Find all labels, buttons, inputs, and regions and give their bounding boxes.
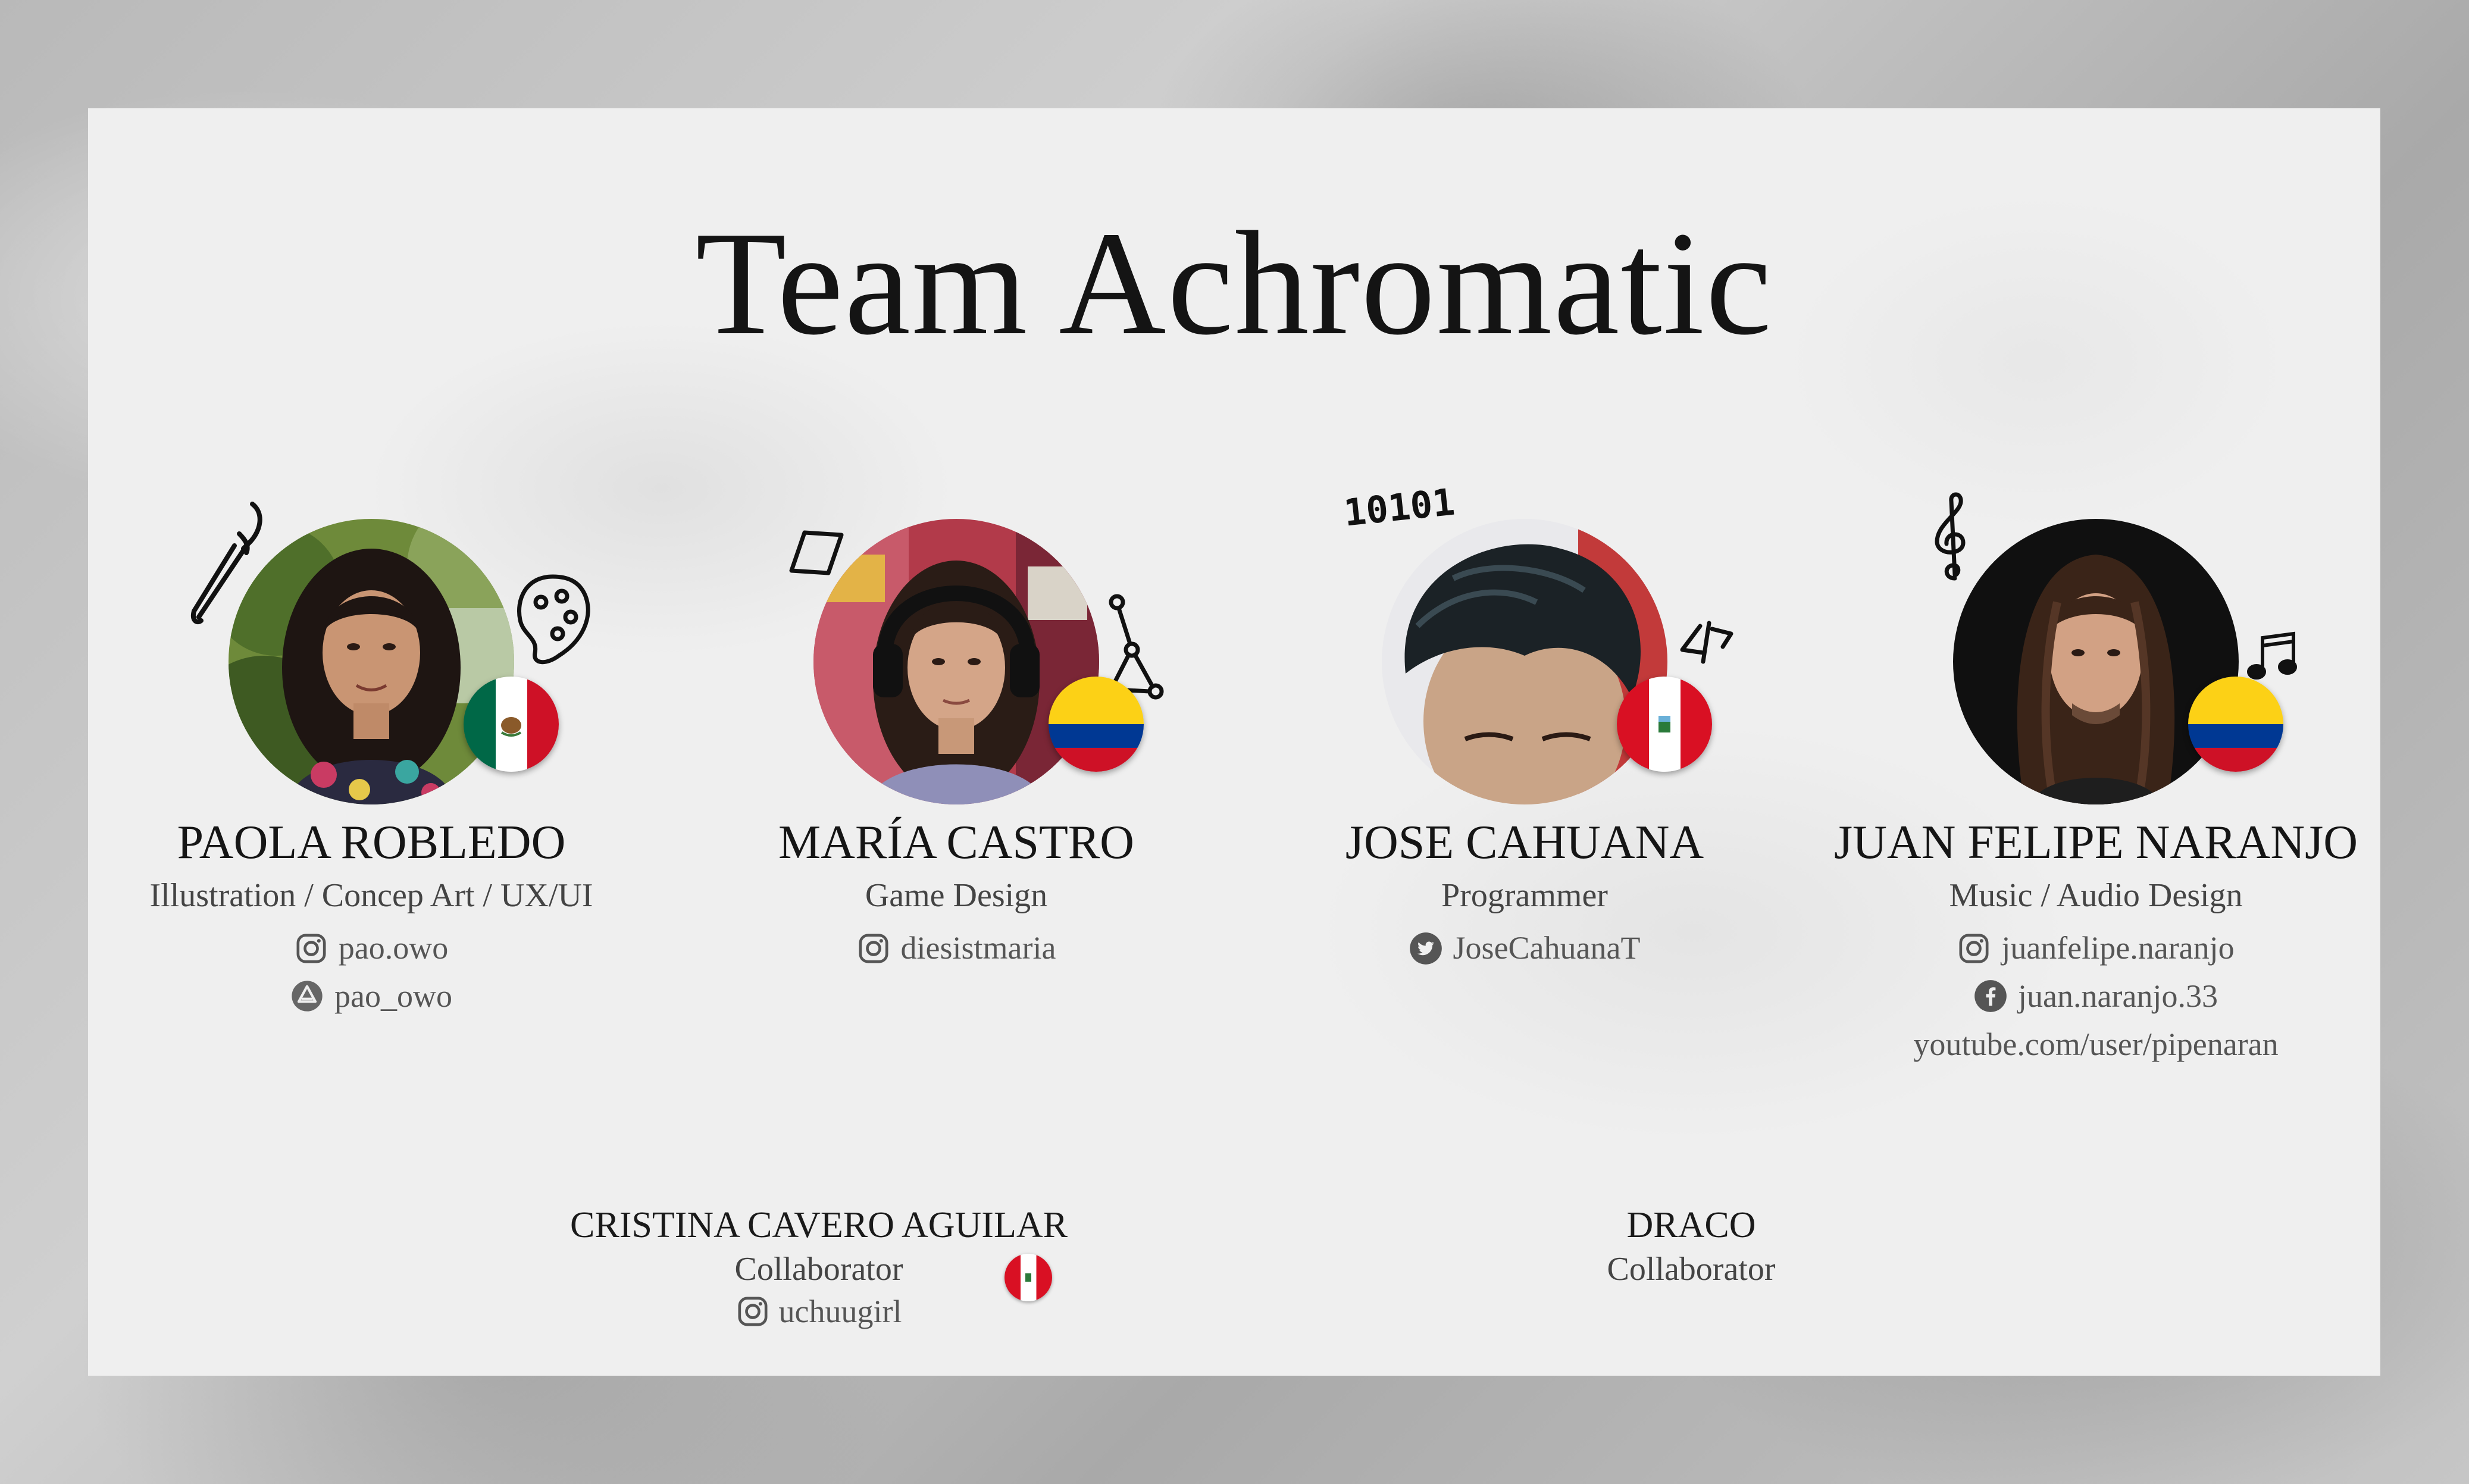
flag-mexico-icon [464, 677, 559, 772]
flag-colombia-icon [2188, 677, 2283, 772]
avatar-wrap [1935, 492, 2297, 804]
instagram-icon [859, 934, 888, 963]
social-link-instagram[interactable]: diesistmaria [671, 929, 1242, 968]
flag-peru-icon [1005, 1254, 1052, 1301]
page-title: Team Achromatic [695, 201, 1773, 366]
member-card-jose: 10101 JOSE CAHUANA Programmer JoseCahuan… [1239, 480, 1810, 968]
avatar-jose [1382, 519, 1667, 804]
instagram-icon [296, 934, 326, 963]
member-name: PAOLA ROBLEDO [177, 816, 566, 869]
social-handle: JoseCahuanaT [1453, 930, 1641, 966]
flag-peru-icon [1617, 677, 1712, 772]
parallelogram-doodle-icon [789, 530, 844, 575]
facebook-icon [1974, 980, 2007, 1013]
team-panel: Team Achromatic PAOLA ROBLEDO Illustrati… [88, 108, 2380, 1376]
member-name: JUAN FELIPE NARANJO [1833, 816, 2358, 869]
collaborator-card-cristina: CRISTINA CAVERO AGUILAR Collaborator uch… [492, 1203, 1146, 1330]
member-name: JOSE CAHUANA [1345, 816, 1704, 869]
social-handle: pao_owo [334, 978, 452, 1014]
member-card-maria: MARÍA CASTRO Game Design diesistmaria [671, 519, 1242, 968]
avatar-juan [1953, 519, 2239, 804]
social-link-twitter[interactable]: JoseCahuanaT [1239, 929, 1810, 968]
flag-colombia-icon [1049, 677, 1144, 772]
social-link-facebook[interactable]: juan.naranjo.33 [1810, 977, 2382, 1016]
artstation-icon [292, 981, 323, 1012]
social-link-artstation[interactable]: pao_owo [86, 977, 657, 1016]
social-link-youtube[interactable]: youtube.com/user/pipenaran [1810, 1025, 2382, 1064]
collaborator-role: Collaborator [1607, 1251, 1776, 1288]
avatar-wrap: 10101 [1342, 480, 1733, 804]
palette-doodle-icon [517, 574, 590, 665]
instagram-icon [1959, 934, 1989, 963]
member-role: Music / Audio Design [1949, 877, 2243, 914]
social-handle: diesistmaria [900, 930, 1056, 966]
collaborator-card-draco: DRACO Collaborator [1364, 1203, 2019, 1290]
member-card-juan: JUAN FELIPE NARANJO Music / Audio Design… [1810, 492, 2382, 1064]
member-card-paola: PAOLA ROBLEDO Illustration / Concep Art … [86, 502, 657, 1016]
binary-text: 10101 [1342, 480, 1457, 535]
instagram-icon [738, 1297, 768, 1326]
member-role: Illustration / Concep Art / UX/UI [149, 877, 593, 914]
code-brackets-doodle-icon [1680, 621, 1733, 664]
twitter-icon [1409, 932, 1442, 965]
social-handle: juan.naranjo.33 [2018, 978, 2218, 1014]
social-link-instagram[interactable]: uchuugirl [492, 1292, 1146, 1331]
treble-clef-doodle-icon [1935, 492, 1966, 581]
member-role: Programmer [1441, 877, 1608, 914]
avatar-paola [229, 519, 514, 804]
social-link-instagram[interactable]: juanfelipe.naranjo [1810, 929, 2382, 968]
avatar-maria [813, 519, 1099, 804]
binary-doodle: 10101 [1342, 480, 1457, 535]
member-role: Game Design [865, 877, 1048, 914]
social-handle: youtube.com/user/pipenaran [1913, 1026, 2279, 1062]
avatar-wrap [789, 519, 1164, 804]
avatar-wrap [191, 502, 590, 804]
social-handle: juanfelipe.naranjo [2001, 930, 2235, 966]
music-note-doodle-icon [2247, 631, 2297, 680]
collaborator-name: CRISTINA CAVERO AGUILAR [570, 1205, 1068, 1245]
social-handle: uchuugirl [778, 1293, 902, 1329]
member-name: MARÍA CASTRO [778, 816, 1134, 869]
social-handle: pao.owo [338, 930, 449, 966]
collaborator-name: DRACO [1626, 1205, 1756, 1245]
social-link-instagram[interactable]: pao.owo [86, 929, 657, 968]
